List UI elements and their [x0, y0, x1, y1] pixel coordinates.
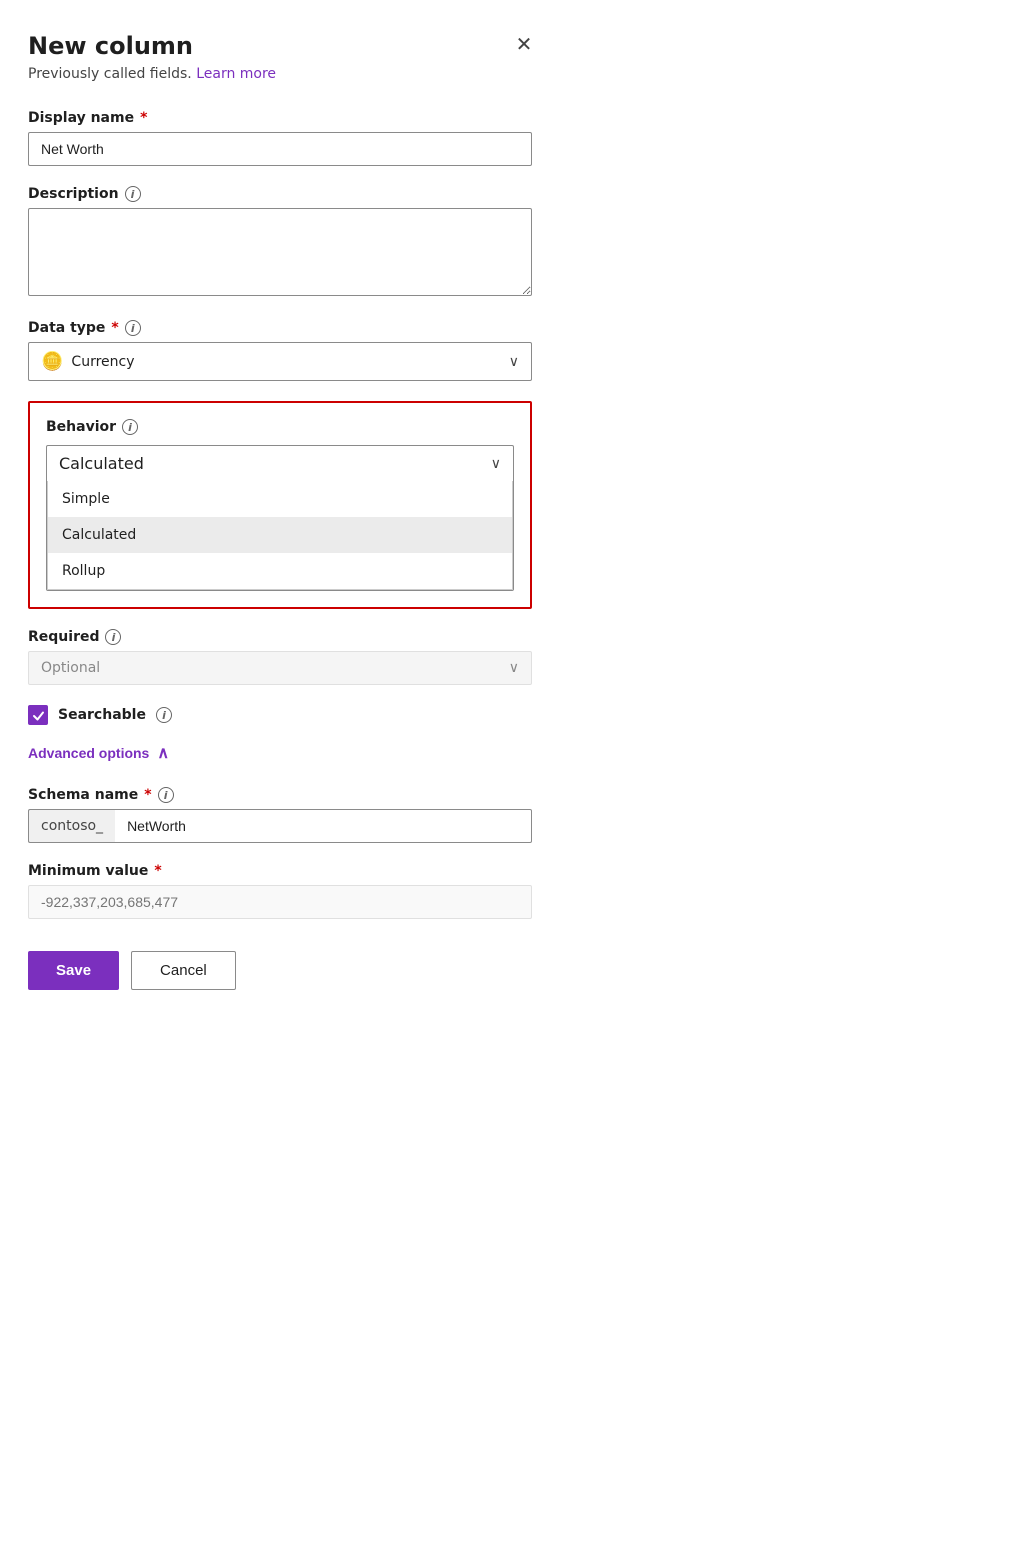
data-type-select-display[interactable]: 🪙 Currency ∨: [28, 342, 532, 381]
schema-name-input[interactable]: [115, 809, 532, 843]
subtitle-text: Previously called fields.: [28, 66, 192, 82]
description-info-icon[interactable]: i: [125, 186, 141, 202]
data-type-required-star: *: [111, 320, 118, 336]
behavior-section: Behavior i Calculated ∨ Simple Calculate…: [28, 401, 532, 609]
data-type-value: Currency: [71, 354, 134, 370]
searchable-checkbox[interactable]: [28, 705, 48, 725]
check-icon: [32, 709, 45, 722]
searchable-label: Searchable: [58, 707, 146, 723]
display-name-input[interactable]: [28, 132, 532, 166]
schema-name-label-text: Schema name: [28, 787, 138, 803]
data-type-info-icon[interactable]: i: [125, 320, 141, 336]
schema-prefix: contoso_: [28, 809, 115, 843]
advanced-options-label: Advanced options: [28, 745, 149, 761]
minimum-value-input[interactable]: [28, 885, 532, 919]
minimum-value-label: Minimum value *: [28, 863, 532, 879]
behavior-option-simple[interactable]: Simple: [48, 481, 512, 517]
required-group: Required i Optional ∨: [28, 629, 532, 685]
behavior-chevron-icon: ∨: [491, 456, 501, 472]
schema-name-label: Schema name * i: [28, 787, 532, 803]
cancel-button[interactable]: Cancel: [131, 951, 236, 990]
minimum-value-required-star: *: [154, 863, 161, 879]
behavior-dropdown[interactable]: Calculated ∨ Simple Calculated Rollup: [46, 445, 514, 591]
close-button[interactable]: ✕: [508, 28, 540, 60]
currency-icon: 🪙: [41, 351, 63, 372]
behavior-info-icon[interactable]: i: [122, 419, 138, 435]
data-type-label: Data type * i: [28, 320, 532, 336]
required-chevron-icon: ∨: [509, 660, 519, 676]
behavior-selected-display[interactable]: Calculated ∨: [47, 446, 513, 481]
description-label: Description i: [28, 186, 532, 202]
required-select-value: Optional: [41, 660, 100, 676]
panel-subtitle: Previously called fields. Learn more: [28, 66, 532, 82]
schema-name-group: Schema name * i contoso_: [28, 787, 532, 843]
description-input[interactable]: [28, 208, 532, 296]
behavior-option-calculated[interactable]: Calculated: [48, 517, 512, 553]
minimum-value-label-text: Minimum value: [28, 863, 148, 879]
save-button[interactable]: Save: [28, 951, 119, 990]
behavior-label: Behavior i: [46, 419, 514, 435]
behavior-options-list: Simple Calculated Rollup: [47, 481, 513, 590]
description-group: Description i: [28, 186, 532, 300]
searchable-row: Searchable i: [28, 705, 532, 725]
data-type-select[interactable]: 🪙 Currency ∨: [28, 342, 532, 381]
data-type-group: Data type * i 🪙 Currency ∨: [28, 320, 532, 381]
advanced-options-toggle[interactable]: Advanced options ∧: [28, 743, 169, 763]
display-name-group: Display name *: [28, 110, 532, 166]
panel-title: New column: [28, 32, 532, 60]
searchable-info-icon[interactable]: i: [156, 707, 172, 723]
data-type-label-text: Data type: [28, 320, 105, 336]
required-select[interactable]: Optional ∨: [28, 651, 532, 685]
close-icon: ✕: [516, 32, 533, 57]
data-type-chevron-icon: ∨: [509, 354, 519, 370]
required-label-text: Required: [28, 629, 99, 645]
behavior-selected-value: Calculated: [59, 454, 144, 473]
required-star: *: [140, 110, 147, 126]
behavior-label-text: Behavior: [46, 419, 116, 435]
behavior-option-rollup[interactable]: Rollup: [48, 553, 512, 589]
schema-name-required-star: *: [144, 787, 151, 803]
minimum-value-group: Minimum value *: [28, 863, 532, 919]
advanced-options-chevron-icon: ∧: [157, 743, 169, 763]
description-label-text: Description: [28, 186, 119, 202]
required-label: Required i: [28, 629, 532, 645]
required-info-icon[interactable]: i: [105, 629, 121, 645]
button-row: Save Cancel: [28, 951, 532, 990]
learn-more-link[interactable]: Learn more: [196, 66, 276, 82]
schema-name-info-icon[interactable]: i: [158, 787, 174, 803]
schema-name-input-wrapper: contoso_: [28, 809, 532, 843]
display-name-label-text: Display name: [28, 110, 134, 126]
display-name-label: Display name *: [28, 110, 532, 126]
